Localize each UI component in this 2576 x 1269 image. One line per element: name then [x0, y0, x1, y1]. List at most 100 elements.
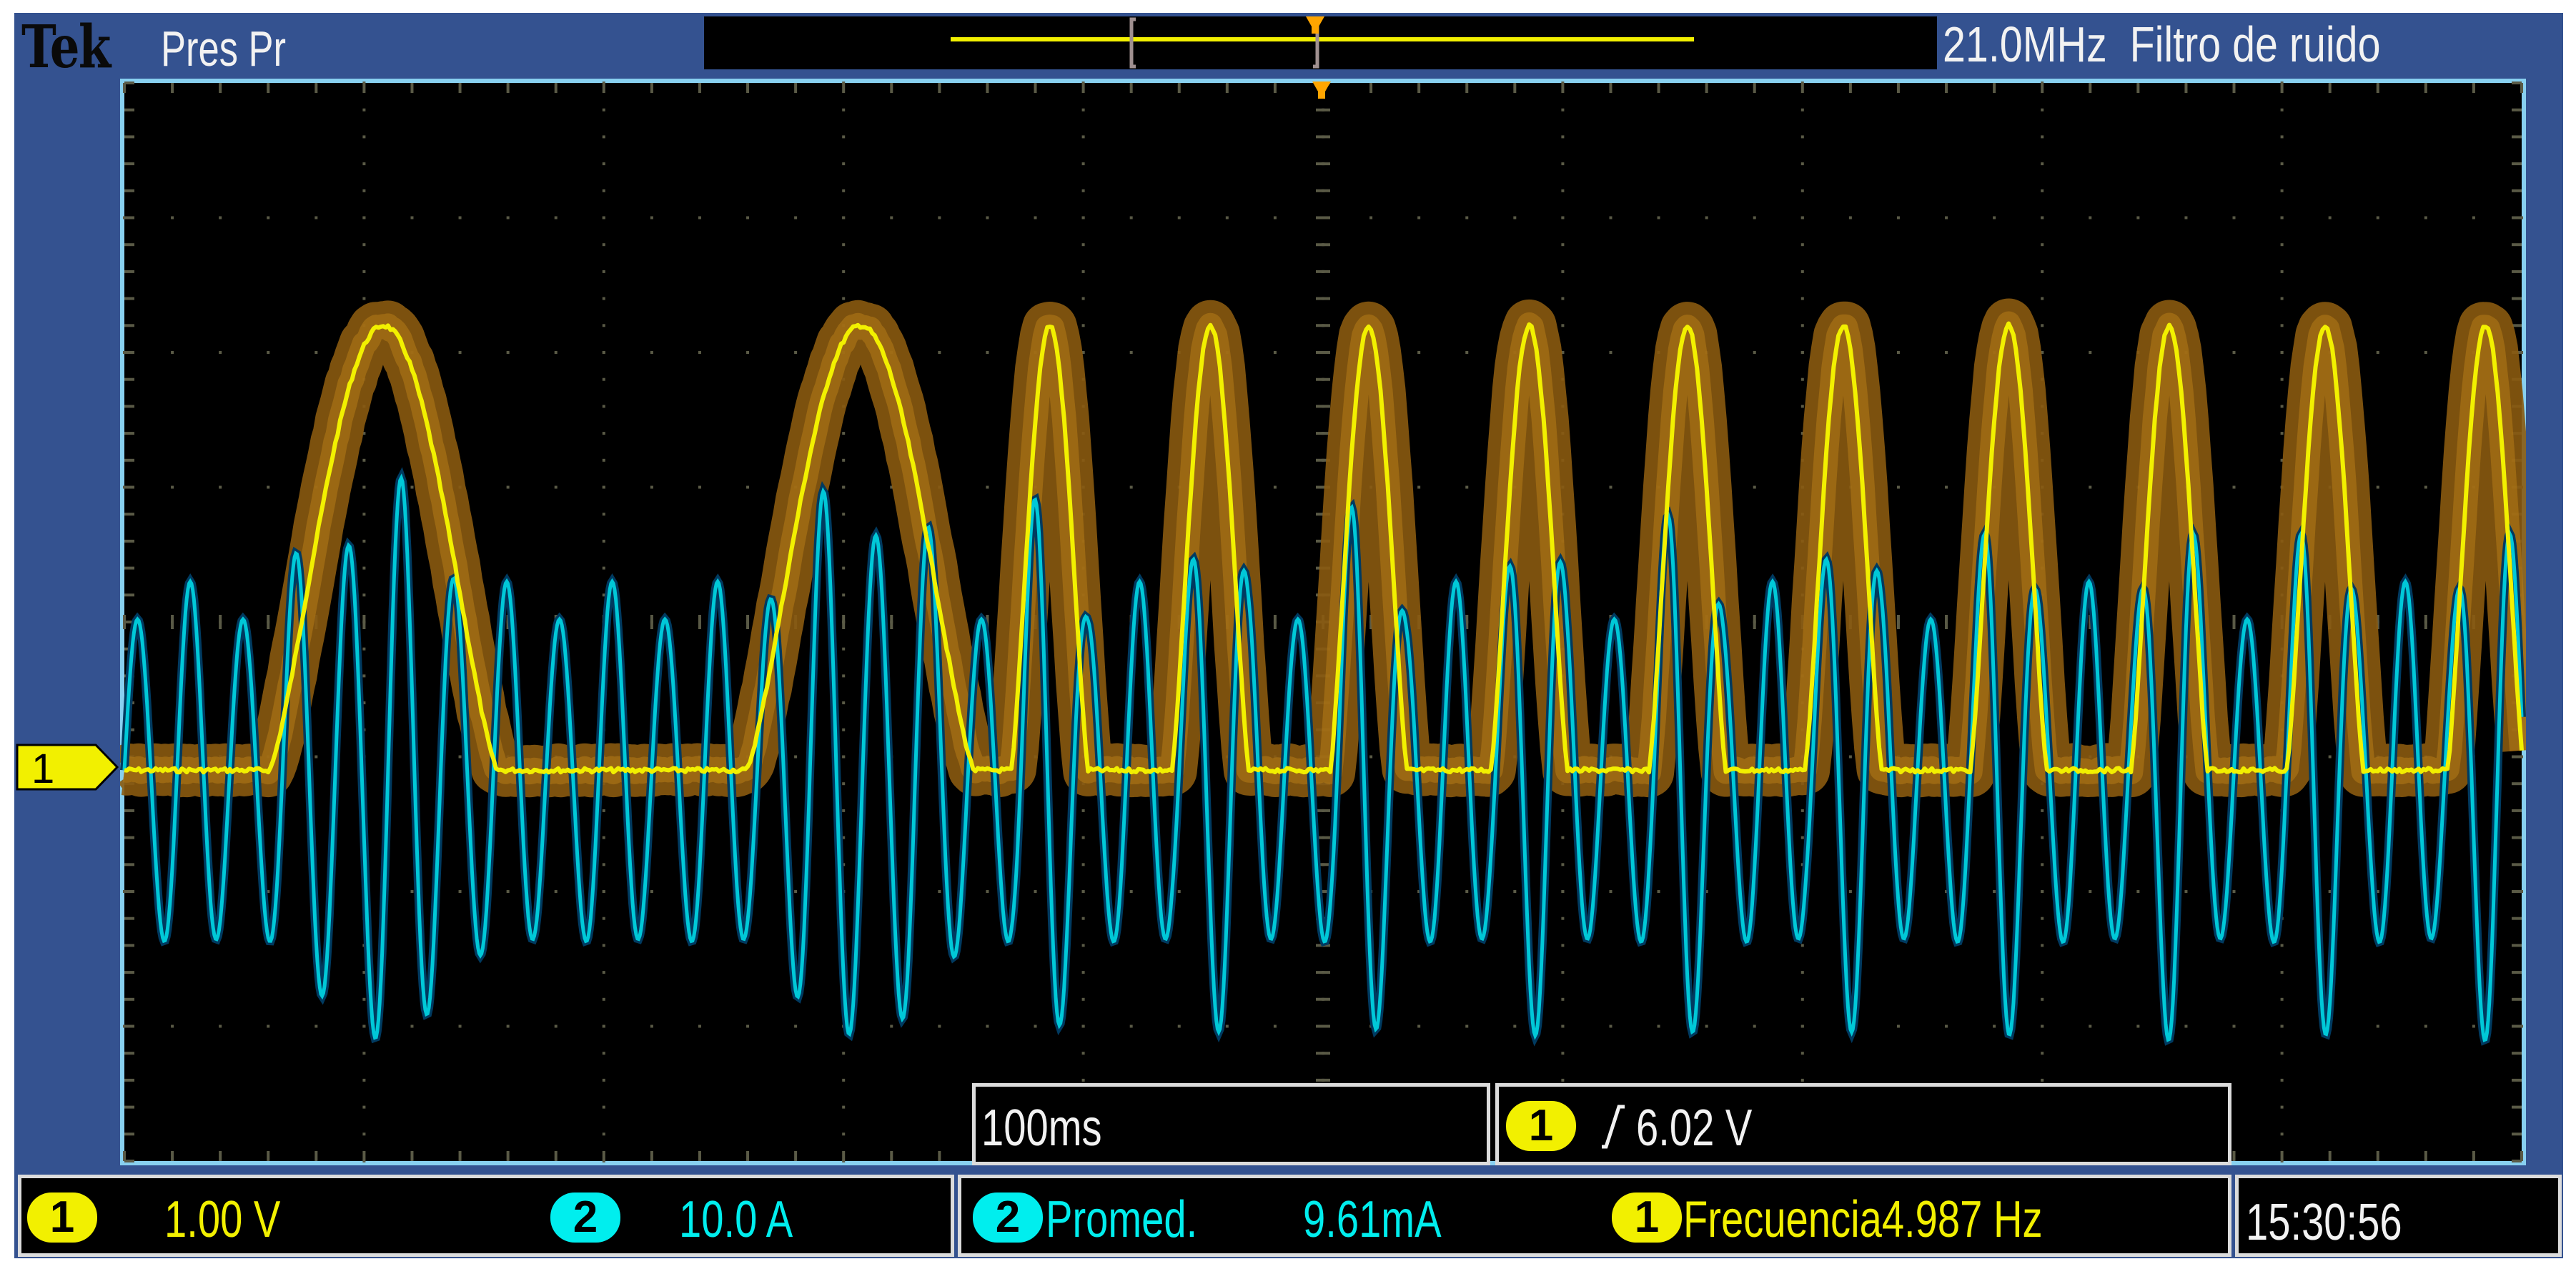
grid-dot [602, 1132, 605, 1136]
grid-dot [1081, 890, 1085, 893]
grid-dot [1465, 485, 1469, 489]
channel-readout[interactable]: 1 1.00 V 2 10.0 A [18, 1175, 954, 1257]
grid-dot [314, 351, 318, 354]
grid-dot [2041, 890, 2044, 893]
grid-dot [458, 1024, 462, 1028]
grid-dot [842, 297, 846, 300]
grid-dot [1800, 270, 1804, 273]
grid-dot [602, 863, 605, 866]
grid-dot [602, 1024, 605, 1028]
grid-dot [1609, 351, 1613, 354]
grid-dot [842, 458, 846, 462]
grid-dot [1561, 890, 1565, 893]
grid-dot [1561, 243, 1565, 247]
grid-dot [1081, 809, 1085, 812]
grid-dot [1129, 351, 1133, 354]
grid-dot [602, 566, 605, 570]
grid-dot [1657, 216, 1660, 219]
grid-dot [1800, 162, 1804, 166]
grid-dot [1513, 890, 1517, 893]
trigger-readout[interactable]: 1 6.02 V [1495, 1083, 2231, 1165]
grid-dot [2424, 485, 2427, 489]
grid-dot [1273, 351, 1277, 354]
grid-dot [698, 1024, 701, 1028]
ch1-ground-marker[interactable]: 1 [16, 744, 119, 792]
grid-dot [602, 432, 605, 435]
grid-dot [410, 485, 414, 489]
grid-dot [1081, 863, 1085, 866]
grid-dot [2280, 1105, 2284, 1109]
grid-dot [362, 1132, 366, 1136]
grid-dot [1609, 890, 1613, 893]
grid-dot [267, 1024, 270, 1028]
measurement-readout[interactable]: 2 Promed. 9.61mA 1 Frecuencia4.987 Hz [958, 1175, 2231, 1257]
grid-dot [1561, 1024, 1565, 1028]
grid-dot [842, 432, 846, 435]
grid-dot [2280, 377, 2284, 381]
grid-dot [842, 728, 846, 731]
grid-dot [1225, 1024, 1229, 1028]
grid-dot [2089, 1024, 2092, 1028]
grid-dot [171, 216, 174, 219]
grid-dot [1417, 216, 1421, 219]
grid-dot [171, 351, 174, 354]
grid-dot [1993, 1024, 1996, 1028]
grid-dot [2280, 944, 2284, 947]
grid-dot [602, 189, 605, 192]
bandwidth-filter-label: 21.0MHz Filtro de ruido [1943, 16, 2381, 73]
grid-dot [1561, 917, 1565, 920]
grid-dot [986, 216, 989, 219]
grid-dot [2136, 216, 2140, 219]
grid-dot [938, 351, 941, 354]
grid-dot [842, 243, 846, 247]
grid-dot [1561, 971, 1565, 974]
grid-dot [1561, 944, 1565, 947]
grid-dot [1081, 162, 1085, 166]
grid-dot [1800, 836, 1804, 839]
grid-dot [2041, 1024, 2044, 1028]
grid-dot [314, 1024, 318, 1028]
grid-dot [602, 108, 605, 112]
grid-dot [602, 162, 605, 166]
grid-dot [1561, 216, 1565, 219]
grid-dot [2280, 162, 2284, 166]
timebase-readout[interactable]: 100ms [972, 1083, 1490, 1165]
grid-dot [2089, 351, 2092, 354]
grid-dot [1177, 1024, 1181, 1028]
grid-dot [650, 890, 653, 893]
grid-dot [2136, 1024, 2140, 1028]
grid-dot [1800, 809, 1804, 812]
grid-dot [602, 324, 605, 327]
grid-dot [2280, 297, 2284, 300]
grid-dot [1753, 351, 1756, 354]
grid-dot [2232, 890, 2236, 893]
waveform-plot [120, 79, 2526, 1165]
grid-dot [1800, 297, 1804, 300]
grid-dot [842, 1052, 846, 1055]
measurement2-label: Frecuencia4.987 Hz [1683, 1194, 2043, 1245]
grid-dot [2041, 809, 2044, 812]
grid-dot [1800, 324, 1804, 327]
grid-dot [362, 1024, 366, 1028]
grid-dot [602, 836, 605, 839]
grid-dot [842, 162, 846, 166]
grid-dot [1800, 1078, 1804, 1082]
grid-dot [267, 485, 270, 489]
grid-dot [842, 1105, 846, 1109]
grid-dot [698, 351, 701, 354]
grid-dot [2041, 108, 2044, 112]
grid-dot [362, 485, 366, 489]
grid-dot [890, 216, 893, 219]
grid-dot [2376, 1024, 2379, 1028]
grid-dot [506, 890, 510, 893]
grid-dot [171, 1024, 174, 1028]
grid-dot [2089, 216, 2092, 219]
grid-dot [1800, 971, 1804, 974]
grid-dot [1753, 485, 1756, 489]
grid-dot [314, 755, 318, 759]
grid-dot [2280, 1078, 2284, 1082]
grid-dot [1800, 135, 1804, 139]
grid-dot [1800, 1024, 1804, 1028]
trigger-level: 6.02 V [1636, 1100, 1753, 1157]
grid-dot [602, 513, 605, 516]
